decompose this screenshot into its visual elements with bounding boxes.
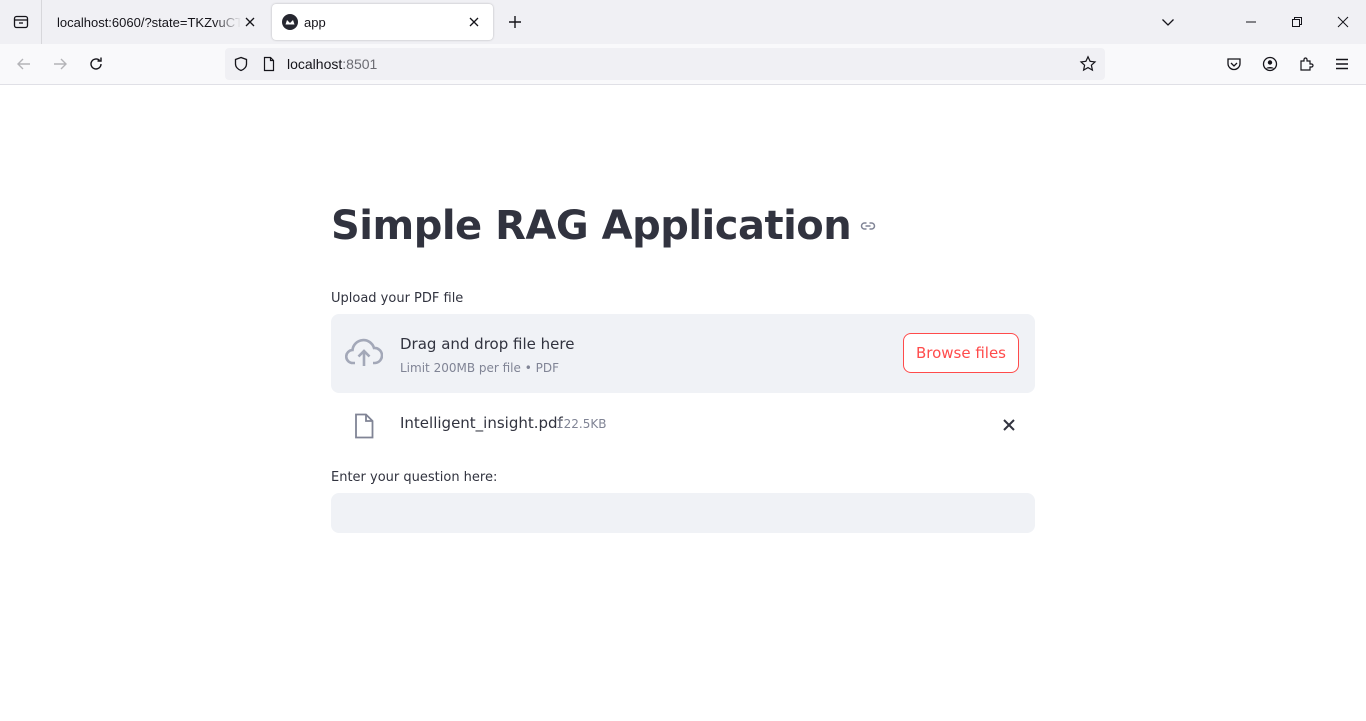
arrow-right-icon (54, 58, 67, 70)
tab-title: app (304, 14, 326, 30)
back-button[interactable] (10, 50, 38, 78)
url-text[interactable]: localhost:8501 (287, 56, 377, 72)
file-icon (353, 413, 375, 443)
anchor-link-icon[interactable] (859, 217, 877, 235)
close-tab-button[interactable] (465, 13, 483, 31)
browse-files-button[interactable]: Browse files (902, 333, 1019, 373)
tab-title: localhost:6060/?state=TKZvuCTOvc (57, 14, 241, 30)
question-label: Enter your question here: (331, 470, 498, 485)
restore-button[interactable] (1274, 0, 1320, 44)
close-window-button[interactable] (1320, 0, 1366, 44)
uploaded-file-item: Intelligent_insight.pdf 122.5KB (331, 405, 1035, 445)
close-tab-button[interactable] (241, 13, 259, 31)
page-title-text: Simple RAG Application (331, 203, 852, 249)
list-all-tabs-button[interactable] (1145, 0, 1191, 44)
file-name: Intelligent_insight.pdf (400, 414, 563, 432)
question-input[interactable] (331, 493, 1035, 533)
close-icon (469, 17, 479, 27)
plus-icon (509, 16, 521, 28)
reload-button[interactable] (82, 50, 110, 78)
remove-file-button[interactable] (999, 415, 1019, 435)
url-host: localhost (287, 56, 343, 72)
tab-strip: localhost:6060/?state=TKZvuCTOvc app (0, 0, 1366, 44)
cloud-upload-icon (344, 336, 384, 374)
page-icon[interactable] (261, 56, 277, 77)
dropzone-subtitle: Limit 200MB per file • PDF (400, 361, 559, 375)
tab-list-button[interactable] (0, 0, 42, 44)
navigation-toolbar: localhost:8501 (0, 44, 1366, 85)
close-icon (1337, 16, 1349, 28)
new-tab-button[interactable] (503, 10, 527, 34)
file-dropzone[interactable]: Drag and drop file here Limit 200MB per … (331, 314, 1035, 393)
extensions-button[interactable] (1292, 50, 1320, 78)
menu-button[interactable] (1328, 50, 1356, 78)
close-icon (245, 17, 255, 27)
tab-list-icon (13, 15, 28, 29)
forward-button[interactable] (46, 50, 74, 78)
pocket-button[interactable] (1220, 50, 1248, 78)
minimize-button[interactable] (1228, 0, 1274, 44)
url-port: :8501 (342, 56, 378, 72)
upload-label: Upload your PDF file (331, 291, 464, 306)
chevron-down-icon (1162, 19, 1174, 26)
dropzone-title: Drag and drop file here (400, 335, 575, 353)
url-bar[interactable]: localhost:8501 (225, 48, 1105, 80)
page-content: Simple RAG Application Upload your PDF f… (0, 85, 1366, 721)
arrow-left-icon (17, 58, 30, 70)
hamburger-menu-icon (1336, 58, 1348, 70)
bookmark-star-icon[interactable] (1079, 55, 1097, 78)
page-title: Simple RAG Application (331, 203, 877, 249)
restore-icon (1292, 17, 1302, 27)
tab-localhost-6060[interactable]: localhost:6060/?state=TKZvuCTOvc (43, 4, 269, 40)
account-button[interactable] (1256, 50, 1284, 78)
minimize-icon (1246, 21, 1256, 23)
shield-icon[interactable] (233, 56, 249, 77)
puzzle-icon (1300, 57, 1314, 71)
tab-app[interactable]: app (272, 4, 493, 40)
account-icon (1262, 56, 1278, 72)
pocket-icon (1227, 58, 1241, 71)
file-size: 122.5KB (556, 417, 607, 431)
reload-icon (90, 57, 102, 70)
streamlit-favicon-icon (282, 14, 298, 30)
close-icon (1003, 419, 1015, 431)
